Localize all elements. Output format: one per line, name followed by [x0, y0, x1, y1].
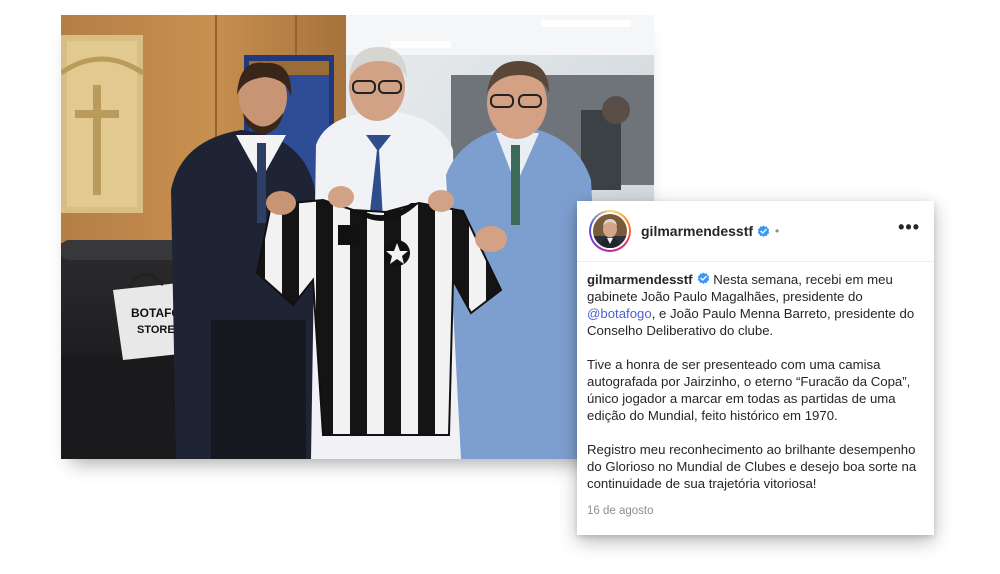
caption-username[interactable]: gilmarmendesstf [587, 272, 693, 287]
avatar-inner [591, 212, 629, 250]
verified-badge-icon [697, 272, 709, 284]
more-options-icon[interactable]: ••• [898, 218, 920, 240]
post-photo[interactable]: BOTAFOGO STORE [61, 15, 654, 459]
post-username[interactable]: gilmarmendesstf [641, 223, 753, 239]
caption-paragraph-2: Tive a honra de ser presenteado com uma … [587, 357, 911, 423]
bag-text-line2: STORE [137, 324, 175, 336]
avatar-image [593, 214, 627, 248]
header-separator: • [775, 224, 780, 238]
mention-link[interactable]: @botafogo [587, 306, 652, 321]
post-date[interactable]: 16 de agosto [577, 505, 934, 517]
caption-paragraph-3: Registro meu reconhecimento ao brilhante… [587, 442, 917, 491]
post-caption: gilmarmendesstf Nesta semana, recebi em … [577, 262, 934, 492]
verified-badge-icon [757, 224, 770, 237]
post-header: gilmarmendesstf • ••• [577, 201, 934, 262]
instagram-post-card: gilmarmendesstf • ••• gilmarmendesstf Ne… [577, 201, 934, 535]
photo-illustration: BOTAFOGO STORE [61, 15, 654, 459]
caption-paragraph-1: gilmarmendesstf Nesta semana, recebi em … [587, 271, 924, 339]
avatar[interactable] [589, 210, 631, 252]
